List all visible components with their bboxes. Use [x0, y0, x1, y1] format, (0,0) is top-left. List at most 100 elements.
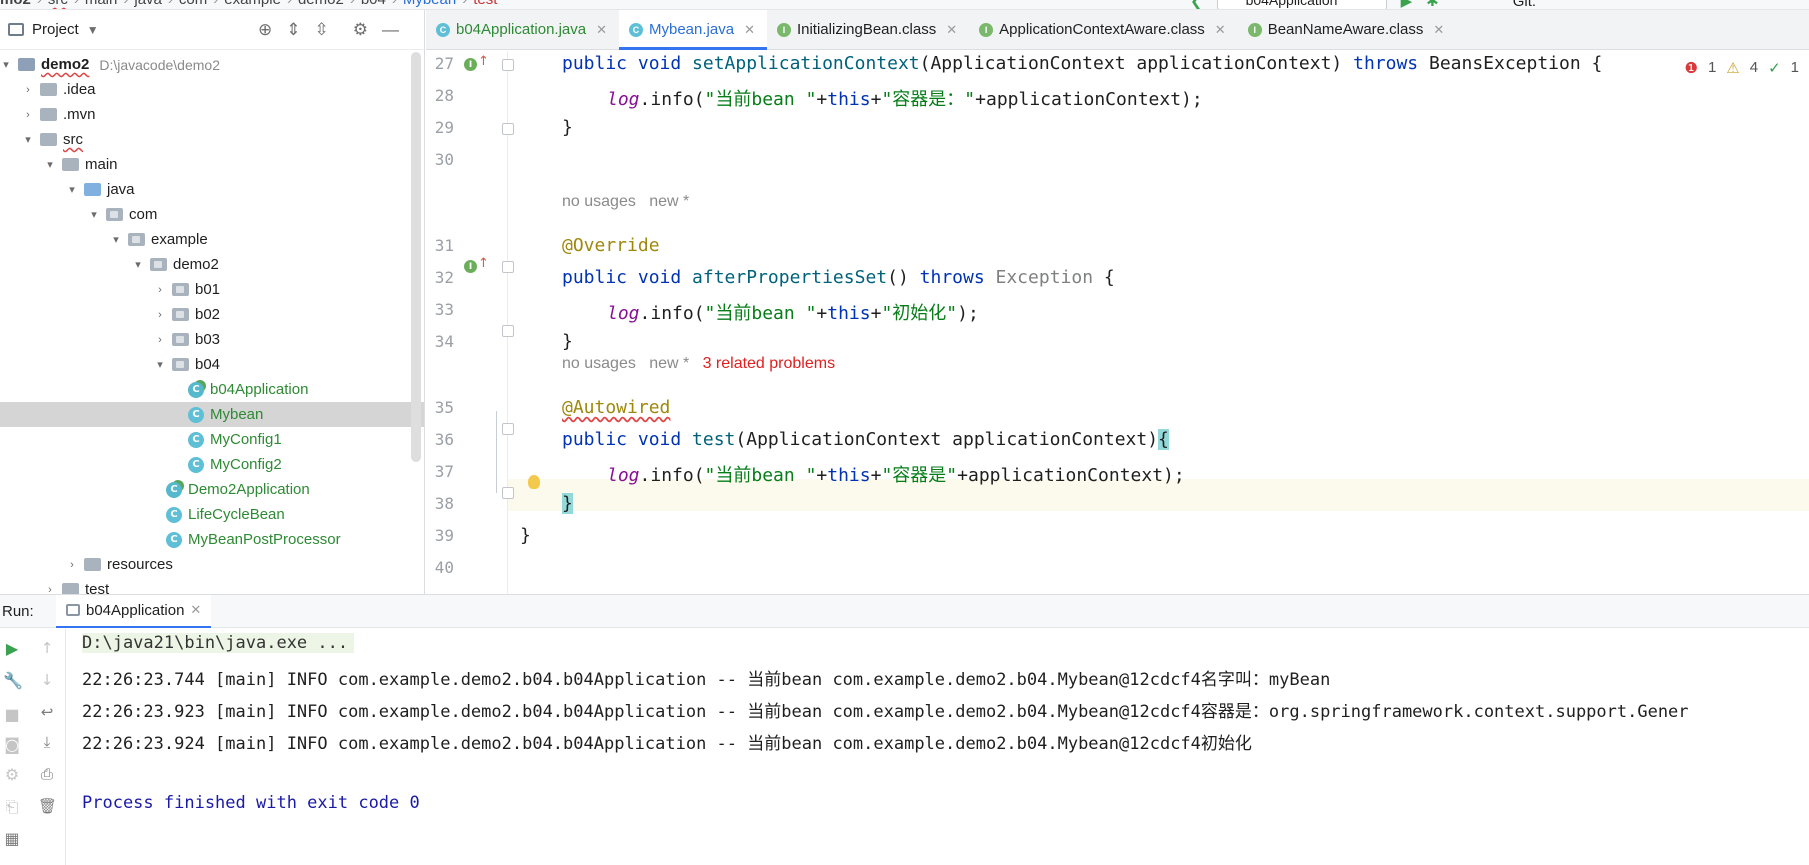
- chevron-down-icon[interactable]: ▾: [66, 183, 78, 196]
- chevron-right-icon[interactable]: ›: [154, 284, 166, 296]
- tree-item-main[interactable]: ▾ main: [44, 152, 117, 177]
- breadcrumb-item[interactable]: b04: [361, 0, 386, 8]
- author-hint[interactable]: new *: [649, 355, 689, 372]
- arrow-up-icon[interactable]: ↑: [478, 256, 489, 271]
- usage-hint[interactable]: no usages new * 3 related problems: [562, 355, 835, 373]
- tab-beannameaware[interactable]: I BeanNameAware.class ✕: [1238, 10, 1457, 50]
- lightbulb-icon[interactable]: [528, 475, 540, 489]
- exit-icon[interactable]: ⎗: [3, 797, 21, 816]
- expand-all-icon[interactable]: ⇕: [286, 20, 300, 40]
- stop-icon[interactable]: ■: [3, 705, 21, 724]
- arrow-up-icon[interactable]: ↑: [478, 54, 489, 69]
- tab-applicationcontextaware[interactable]: I ApplicationContextAware.class ✕: [969, 10, 1238, 50]
- chevron-down-icon[interactable]: ▼: [87, 23, 99, 37]
- tree-item-b04[interactable]: ▾ b04: [154, 352, 220, 377]
- problems-hint[interactable]: 3 related problems: [703, 355, 836, 372]
- arrow-down-icon[interactable]: ↓: [38, 671, 56, 689]
- close-icon[interactable]: ✕: [1215, 22, 1226, 38]
- collapse-all-icon[interactable]: ⇳: [315, 20, 329, 40]
- tree-item-demo2application[interactable]: C Demo2Application: [166, 477, 310, 502]
- chevron-right-icon[interactable]: ›: [22, 84, 34, 96]
- tree-item-lifecyclebean[interactable]: C LifeCycleBean: [166, 502, 285, 527]
- chevron-right-icon[interactable]: ›: [66, 559, 78, 571]
- run-icon[interactable]: ▶: [1401, 0, 1413, 9]
- close-icon[interactable]: ✕: [596, 22, 607, 38]
- breadcrumb-item[interactable]: demo2: [298, 0, 344, 8]
- chevron-down-icon[interactable]: ▾: [154, 358, 166, 371]
- chevron-right-icon[interactable]: ›: [154, 334, 166, 346]
- tab-mybean[interactable]: C Mybean.java ✕: [619, 9, 767, 50]
- tree-item-mvn[interactable]: › .mvn: [22, 102, 95, 127]
- implements-method-icon[interactable]: I: [464, 260, 477, 273]
- inspection-widget[interactable]: ❶ 1 ⚠ 4 ✓ 1: [1684, 59, 1799, 77]
- chevron-right-icon[interactable]: ›: [22, 109, 34, 121]
- breadcrumb-item[interactable]: main: [85, 0, 118, 8]
- breadcrumb-item[interactable]: src: [48, 0, 68, 8]
- gear-icon[interactable]: ⚙: [3, 765, 21, 784]
- tab-b04application[interactable]: C b04Application.java ✕: [426, 10, 619, 50]
- chevron-right-icon[interactable]: ›: [154, 309, 166, 321]
- fold-marker-icon[interactable]: [502, 487, 514, 499]
- tree-item-b04application[interactable]: C b04Application: [188, 377, 308, 402]
- layout-icon[interactable]: ▦: [3, 829, 21, 848]
- breadcrumb-item[interactable]: mo2: [0, 0, 31, 8]
- fold-marker-icon[interactable]: [502, 59, 514, 71]
- tab-run-b04application[interactable]: b04Application ✕: [56, 594, 212, 628]
- tree-item-mybean[interactable]: C Mybean: [0, 402, 424, 427]
- gear-icon[interactable]: ⚙: [353, 20, 368, 40]
- tree-item-example[interactable]: ▾ example: [110, 227, 207, 252]
- close-icon[interactable]: ✕: [744, 22, 755, 38]
- chevron-right-icon[interactable]: ›: [44, 584, 56, 595]
- tree-item-com[interactable]: ▾ com: [88, 202, 157, 227]
- tab-initializingbean[interactable]: I InitializingBean.class ✕: [767, 10, 969, 50]
- chevron-down-icon[interactable]: ▾: [0, 58, 12, 71]
- breadcrumb-item[interactable]: example: [224, 0, 281, 8]
- tree-item-myconfig2[interactable]: C MyConfig2: [188, 452, 282, 477]
- tree-item-b03[interactable]: › b03: [154, 327, 220, 352]
- fold-marker-icon[interactable]: [502, 261, 514, 273]
- breadcrumb-item[interactable]: com: [179, 0, 207, 8]
- tree-item-myconfig1[interactable]: C MyConfig1: [188, 427, 282, 452]
- scrollbar[interactable]: [411, 52, 421, 462]
- tree-item-b02[interactable]: › b02: [154, 302, 220, 327]
- debug-icon[interactable]: ✱: [1426, 0, 1439, 9]
- tree-item-idea[interactable]: › .idea: [22, 77, 95, 102]
- close-icon[interactable]: ✕: [190, 602, 201, 618]
- chevron-down-icon[interactable]: ▾: [110, 233, 122, 246]
- tree-item-src[interactable]: ▾ src: [22, 127, 83, 152]
- project-title[interactable]: Project: [32, 21, 79, 38]
- wrench-icon[interactable]: 🔧: [3, 671, 23, 690]
- tree-item-demo2[interactable]: ▾ demo2: [132, 252, 219, 277]
- scroll-to-end-icon[interactable]: ⤓: [38, 733, 56, 751]
- back-arrow-icon[interactable]: ❮: [1190, 0, 1203, 9]
- breadcrumb-item[interactable]: Mybean: [403, 0, 456, 8]
- tree-item-resources[interactable]: › resources: [66, 552, 173, 577]
- chevron-down-icon[interactable]: ▾: [22, 133, 34, 146]
- trash-icon[interactable]: 🗑: [38, 797, 57, 815]
- breadcrumb-item[interactable]: test: [473, 0, 497, 8]
- usages-hint[interactable]: no usages: [562, 193, 636, 210]
- fold-marker-icon[interactable]: [502, 325, 514, 337]
- hide-icon[interactable]: —: [382, 20, 399, 40]
- rerun-icon[interactable]: ▶: [3, 639, 21, 658]
- locate-icon[interactable]: ⊕: [258, 20, 272, 40]
- tree-root[interactable]: ▾ demo2 D:\javacode\demo2: [0, 52, 424, 77]
- tree-item-b01[interactable]: › b01: [154, 277, 220, 302]
- usages-hint[interactable]: no usages: [562, 355, 636, 372]
- code-editor[interactable]: 27 28 29 30 31 32 33 34 35 36 37 38 39 4…: [426, 51, 1809, 594]
- fold-marker-icon[interactable]: [502, 123, 514, 135]
- chevron-down-icon[interactable]: ▾: [132, 258, 144, 271]
- camera-icon[interactable]: ◙: [3, 735, 21, 754]
- close-icon[interactable]: ✕: [1433, 22, 1444, 38]
- usage-hint[interactable]: no usages new *: [562, 193, 689, 211]
- print-icon[interactable]: ⎙: [38, 765, 56, 783]
- console-output[interactable]: D:\java21\bin\java.exe ... 22:26:23.744 …: [82, 629, 1809, 865]
- tree-item-java[interactable]: ▾ java: [66, 177, 134, 202]
- tree-item-test[interactable]: › test: [44, 577, 109, 594]
- chevron-down-icon[interactable]: ▾: [44, 158, 56, 171]
- implements-method-icon[interactable]: I: [464, 58, 477, 71]
- close-icon[interactable]: ✕: [946, 22, 957, 38]
- run-configuration-select[interactable]: b04Application: [1216, 0, 1387, 9]
- chevron-down-icon[interactable]: ▾: [88, 208, 100, 221]
- tree-item-mybeanpostprocessor[interactable]: C MyBeanPostProcessor: [166, 527, 341, 552]
